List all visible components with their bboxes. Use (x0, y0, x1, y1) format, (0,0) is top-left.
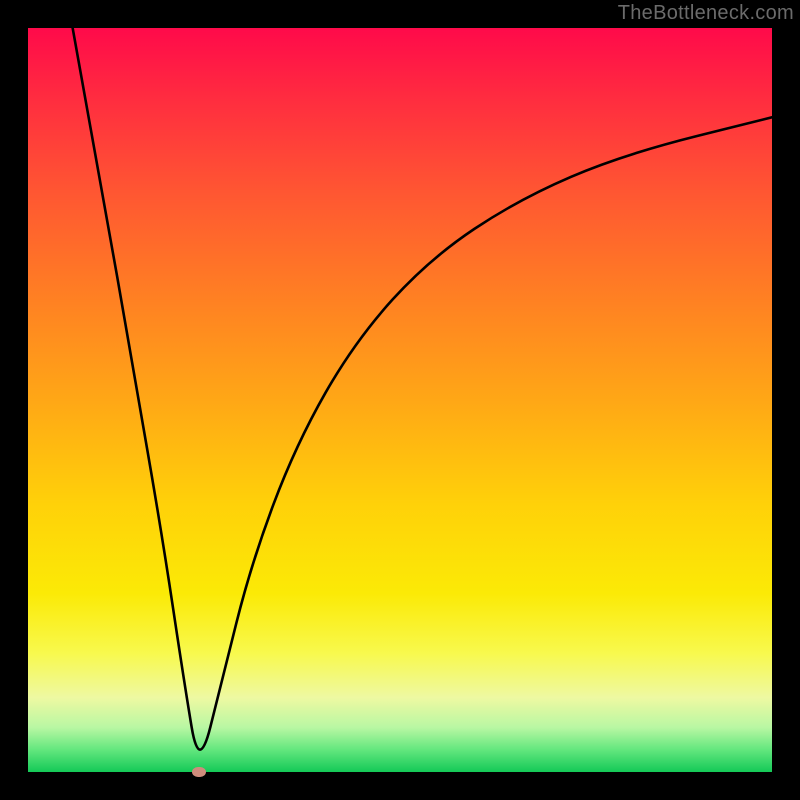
chart-frame: TheBottleneck.com (0, 0, 800, 800)
border-right (772, 0, 800, 800)
border-bottom (0, 772, 800, 800)
min-point-marker (192, 767, 206, 777)
plot-area (28, 28, 772, 772)
border-left (0, 0, 28, 800)
bottleneck-curve (28, 28, 772, 772)
watermark-text: TheBottleneck.com (618, 2, 794, 25)
